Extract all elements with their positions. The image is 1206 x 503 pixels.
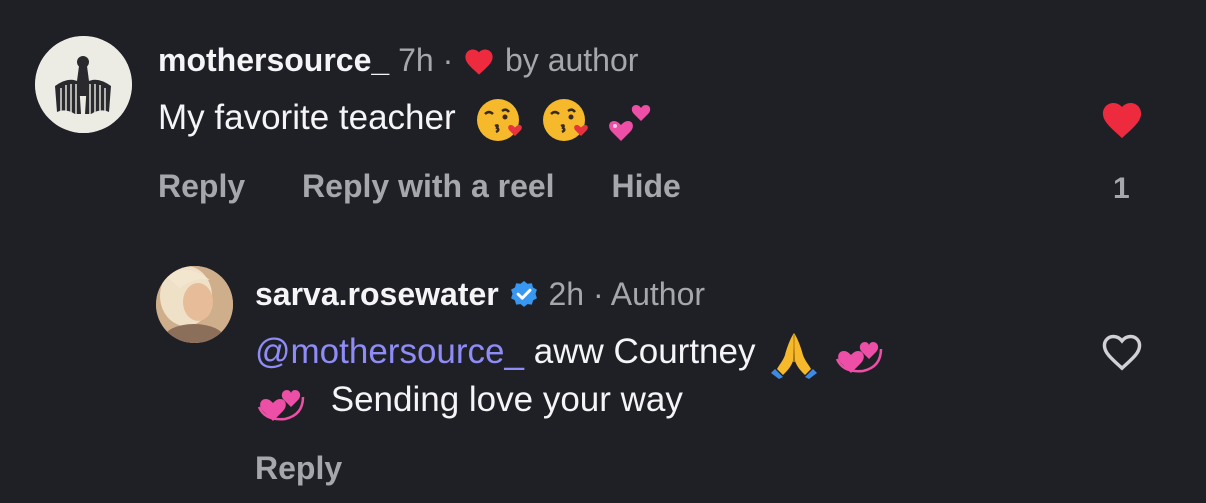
separator: ·	[442, 42, 454, 78]
bird-logo-icon	[35, 36, 132, 133]
like-button[interactable]	[1098, 98, 1146, 145]
comment-body: My favorite teacher	[158, 98, 456, 137]
username[interactable]: sarva.rosewater	[255, 276, 499, 312]
comment-text: My favorite teacher	[158, 94, 657, 145]
reply-header: sarva.rosewater 2h · Author	[255, 274, 705, 314]
comment-header: mothersource_ 7h · by author	[158, 40, 638, 80]
comment-actions: Reply Reply with a reel Hide	[158, 168, 729, 205]
reply-button[interactable]: Reply	[158, 168, 245, 204]
revolving-hearts-emoji-icon	[835, 341, 883, 373]
reply-button[interactable]: Reply	[255, 450, 342, 486]
liked-by-author-label: by author	[505, 42, 639, 78]
hide-button[interactable]: Hide	[611, 168, 680, 204]
mention-link[interactable]: @mothersource_	[255, 332, 524, 371]
avatar[interactable]	[35, 36, 132, 133]
author-label: Author	[610, 276, 706, 312]
like-count: 1	[1113, 172, 1130, 205]
heart-filled-icon	[1102, 102, 1142, 139]
heart-icon	[465, 49, 493, 75]
reply-text-line-1: @mothersource_ aww Courtney	[255, 328, 885, 379]
avatar[interactable]	[156, 266, 233, 343]
kissing-heart-emoji-icon	[543, 98, 588, 141]
two-hearts-emoji-icon	[608, 104, 651, 141]
reply-actions: Reply	[255, 450, 390, 487]
profile-photo-icon	[156, 266, 233, 343]
username[interactable]: mothersource_	[158, 42, 389, 78]
reply-body-line-2: Sending love your way	[330, 380, 683, 419]
timestamp: 7h	[398, 42, 434, 78]
like-button[interactable]	[1098, 330, 1146, 377]
reply-text-line-2: Sending love your way	[255, 376, 683, 427]
kissing-heart-emoji-icon	[477, 98, 523, 141]
timestamp: 2h	[548, 276, 585, 312]
verified-badge-icon	[510, 281, 537, 307]
heart-outline-icon	[1102, 334, 1142, 371]
separator: ·	[592, 276, 604, 312]
folded-hands-emoji-icon	[771, 332, 818, 379]
reply-with-reel-button[interactable]: Reply with a reel	[302, 168, 555, 204]
revolving-hearts-emoji-icon	[257, 389, 305, 421]
reply-body-line-1: aww Courtney	[533, 332, 756, 371]
